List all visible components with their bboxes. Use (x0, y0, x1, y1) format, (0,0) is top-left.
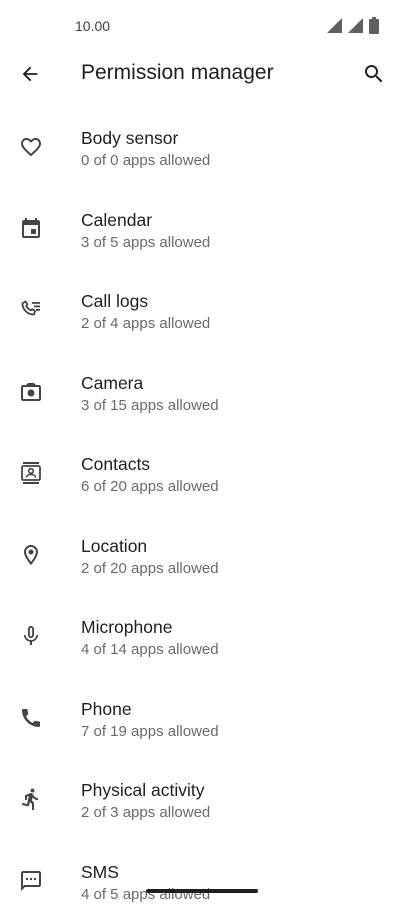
permission-subtitle: 3 of 5 apps allowed (81, 234, 210, 251)
permission-subtitle: 0 of 0 apps allowed (81, 152, 210, 169)
heart-outline-icon (18, 134, 44, 160)
arrow-back-icon (19, 63, 41, 85)
physical-activity-icon (18, 786, 44, 812)
permission-title: Phone (81, 699, 132, 720)
signal-icon (326, 17, 343, 34)
permission-title: Microphone (81, 617, 172, 638)
permission-title: Contacts (81, 454, 150, 475)
permission-title: Camera (81, 373, 143, 394)
permission-title: Location (81, 536, 147, 557)
permission-subtitle: 6 of 20 apps allowed (81, 478, 219, 495)
permission-subtitle: 7 of 19 apps allowed (81, 723, 219, 740)
search-icon (362, 62, 386, 86)
location-pin-icon (18, 542, 44, 568)
permission-list: Body sensor 0 of 0 apps allowed Calendar… (0, 108, 404, 923)
permission-title: Call logs (81, 291, 148, 312)
permission-item-camera[interactable]: Camera 3 of 15 apps allowed (0, 353, 404, 435)
calendar-icon (18, 216, 44, 242)
sms-icon (18, 868, 44, 894)
permission-title: Physical activity (81, 780, 205, 801)
permission-subtitle: 4 of 14 apps allowed (81, 641, 219, 658)
status-bar: 10.00 (0, 0, 404, 50)
permission-subtitle: 2 of 4 apps allowed (81, 315, 210, 332)
permission-item-call-logs[interactable]: Call logs 2 of 4 apps allowed (0, 271, 404, 353)
permission-subtitle: 2 of 3 apps allowed (81, 804, 210, 821)
permission-item-physical-activity[interactable]: Physical activity 2 of 3 apps allowed (0, 760, 404, 842)
status-time: 10.00 (75, 18, 110, 34)
page-title: Permission manager (81, 61, 274, 85)
permission-item-phone[interactable]: Phone 7 of 19 apps allowed (0, 679, 404, 761)
permission-subtitle: 3 of 15 apps allowed (81, 397, 219, 414)
permission-item-sms[interactable]: SMS 4 of 5 apps allowed (0, 842, 404, 923)
permission-title: SMS (81, 862, 119, 883)
battery-icon (368, 17, 380, 34)
permission-item-contacts[interactable]: Contacts 6 of 20 apps allowed (0, 434, 404, 516)
permission-title: Body sensor (81, 128, 178, 149)
permission-item-microphone[interactable]: Microphone 4 of 14 apps allowed (0, 597, 404, 679)
permission-item-body-sensor[interactable]: Body sensor 0 of 0 apps allowed (0, 108, 404, 190)
gesture-nav-handle[interactable] (146, 889, 258, 893)
permission-subtitle: 2 of 20 apps allowed (81, 560, 219, 577)
status-icons (326, 17, 380, 34)
permission-item-calendar[interactable]: Calendar 3 of 5 apps allowed (0, 190, 404, 272)
search-button[interactable] (358, 58, 390, 90)
app-bar: Permission manager (0, 50, 404, 98)
signal-icon (347, 17, 364, 34)
contacts-icon (18, 460, 44, 486)
phone-icon (18, 705, 44, 731)
permission-item-location[interactable]: Location 2 of 20 apps allowed (0, 516, 404, 598)
call-log-icon (18, 297, 44, 323)
microphone-icon (18, 623, 44, 649)
camera-icon (18, 379, 44, 405)
permission-title: Calendar (81, 210, 152, 231)
back-button[interactable] (14, 58, 46, 90)
